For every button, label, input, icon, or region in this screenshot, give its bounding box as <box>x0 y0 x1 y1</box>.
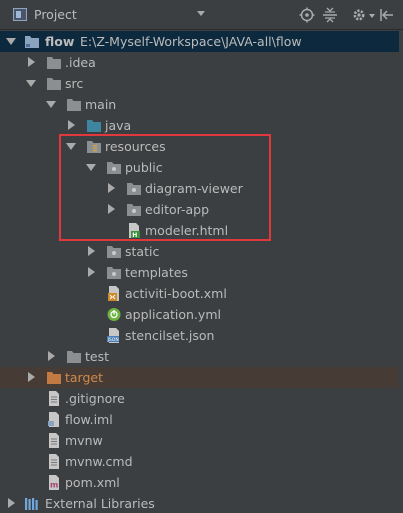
tree-item-src[interactable]: src <box>0 73 403 94</box>
chevron-right-icon[interactable] <box>108 204 115 214</box>
scrollbar-track[interactable] <box>399 31 403 513</box>
tree-item-diagram-viewer[interactable]: diagram-viewer <box>0 178 403 199</box>
tree-item-label: External Libraries <box>45 496 155 511</box>
target-icon[interactable] <box>299 7 315 23</box>
folder-icon <box>46 55 62 70</box>
chevron-right-icon[interactable] <box>108 183 115 193</box>
tool-window-title[interactable]: Project <box>34 7 77 22</box>
folder-icon <box>126 202 142 217</box>
chevron-down-icon[interactable] <box>66 143 76 150</box>
tree-item-resources[interactable]: resources <box>0 136 403 157</box>
project-icon <box>13 8 27 21</box>
tree-item-label: static <box>125 244 160 259</box>
chevron-right-icon[interactable] <box>8 498 15 508</box>
libraries-icon <box>24 496 40 511</box>
folder-icon <box>46 76 62 91</box>
chevron-down-icon[interactable] <box>26 80 36 87</box>
chevron-right-icon[interactable] <box>48 351 55 361</box>
svg-text:JSON: JSON <box>107 337 119 343</box>
tree-item-public[interactable]: public <box>0 157 403 178</box>
chevron-down-icon[interactable] <box>46 101 56 108</box>
tree-item-label: mvnw <box>65 433 103 448</box>
gear-dropdown-icon[interactable] <box>369 14 375 18</box>
tree-item-label: .gitignore <box>65 391 125 406</box>
tree-item-main[interactable]: main <box>0 94 403 115</box>
tree-item-mvnw[interactable]: mvnw <box>0 430 403 451</box>
tree-item-editor-app[interactable]: editor-app <box>0 199 403 220</box>
folder-icon <box>66 349 82 364</box>
text-file-icon <box>46 433 62 448</box>
text-file-icon <box>46 454 62 469</box>
tree-item-label: activiti-boot.xml <box>125 286 227 301</box>
tree-item-stencilset-json[interactable]: JSON stencilset.json <box>0 325 403 346</box>
tree-item-label: diagram-viewer <box>145 181 243 196</box>
chevron-down-icon[interactable] <box>86 164 96 171</box>
chevron-right-icon[interactable] <box>28 57 35 67</box>
tree-item-flow-iml[interactable]: flow.iml <box>0 409 403 430</box>
spring-yml-icon <box>106 307 122 322</box>
hide-icon[interactable] <box>379 7 395 23</box>
tree-item-activiti-boot-xml[interactable]: activiti-boot.xml <box>0 283 403 304</box>
tree-item-label: flow <box>45 34 75 49</box>
gear-icon[interactable] <box>351 7 367 23</box>
module-folder-icon <box>24 34 40 49</box>
tree-item-label: main <box>85 97 117 112</box>
tree-item-label: modeler.html <box>145 223 229 238</box>
folder-icon <box>106 265 122 280</box>
json-file-icon: JSON <box>106 328 122 343</box>
iml-file-icon <box>46 412 62 427</box>
tree-item-label: application.yml <box>125 307 221 322</box>
folder-icon <box>66 97 82 112</box>
project-tool-window-header: Project <box>0 0 403 30</box>
tree-item-external-libraries[interactable]: External Libraries <box>0 493 403 513</box>
tree-item-templates[interactable]: templates <box>0 262 403 283</box>
tree-item-label: templates <box>125 265 188 280</box>
tree-item-flow[interactable]: flow E:\Z-Myself-Workspace\JAVA-all\flow <box>0 31 403 52</box>
svg-text:m: m <box>50 481 58 490</box>
tree-item-label: resources <box>105 139 166 154</box>
tree-item-java[interactable]: java <box>0 115 403 136</box>
resources-folder-icon <box>86 139 102 154</box>
excluded-folder-icon <box>46 370 62 385</box>
chevron-down-icon[interactable] <box>197 11 205 16</box>
tree-item-label: target <box>65 370 104 385</box>
tree-item-static[interactable]: static <box>0 241 403 262</box>
tree-item-idea[interactable]: .idea <box>0 52 403 73</box>
folder-icon <box>126 181 142 196</box>
tree-item-gitignore[interactable]: .gitignore <box>0 388 403 409</box>
tree-item-modeler-html[interactable]: H modeler.html <box>0 220 403 241</box>
tree-item-application-yml[interactable]: application.yml <box>0 304 403 325</box>
text-file-icon <box>46 391 62 406</box>
chevron-right-icon[interactable] <box>28 372 35 382</box>
collapse-icon[interactable] <box>322 7 338 23</box>
tree-item-label: editor-app <box>145 202 210 217</box>
tree-item-target[interactable]: target <box>0 367 403 388</box>
tree-item-pom-xml[interactable]: m pom.xml <box>0 472 403 493</box>
tree-item-label: src <box>65 76 84 91</box>
chevron-right-icon[interactable] <box>88 246 95 256</box>
tree-item-label: public <box>125 160 163 175</box>
tree-item-test[interactable]: test <box>0 346 403 367</box>
folder-icon <box>106 244 122 259</box>
source-folder-icon <box>86 118 102 133</box>
module-path: E:\Z-Myself-Workspace\JAVA-all\flow <box>80 34 302 49</box>
html-file-icon: H <box>126 223 142 238</box>
tree-item-label: test <box>85 349 110 364</box>
svg-text:H: H <box>132 232 137 238</box>
xml-file-icon <box>106 286 122 301</box>
tree-item-label: stencilset.json <box>125 328 215 343</box>
chevron-right-icon[interactable] <box>68 120 75 130</box>
tree-item-label: .idea <box>65 55 96 70</box>
tree-item-mvnw-cmd[interactable]: mvnw.cmd <box>0 451 403 472</box>
tree-item-label: java <box>105 118 132 133</box>
chevron-right-icon[interactable] <box>88 267 95 277</box>
tree-item-label: flow.iml <box>65 412 113 427</box>
folder-icon <box>106 160 122 175</box>
chevron-down-icon[interactable] <box>6 38 16 45</box>
tree-item-label: mvnw.cmd <box>65 454 133 469</box>
maven-file-icon: m <box>46 475 62 490</box>
tree-item-label: pom.xml <box>65 475 120 490</box>
